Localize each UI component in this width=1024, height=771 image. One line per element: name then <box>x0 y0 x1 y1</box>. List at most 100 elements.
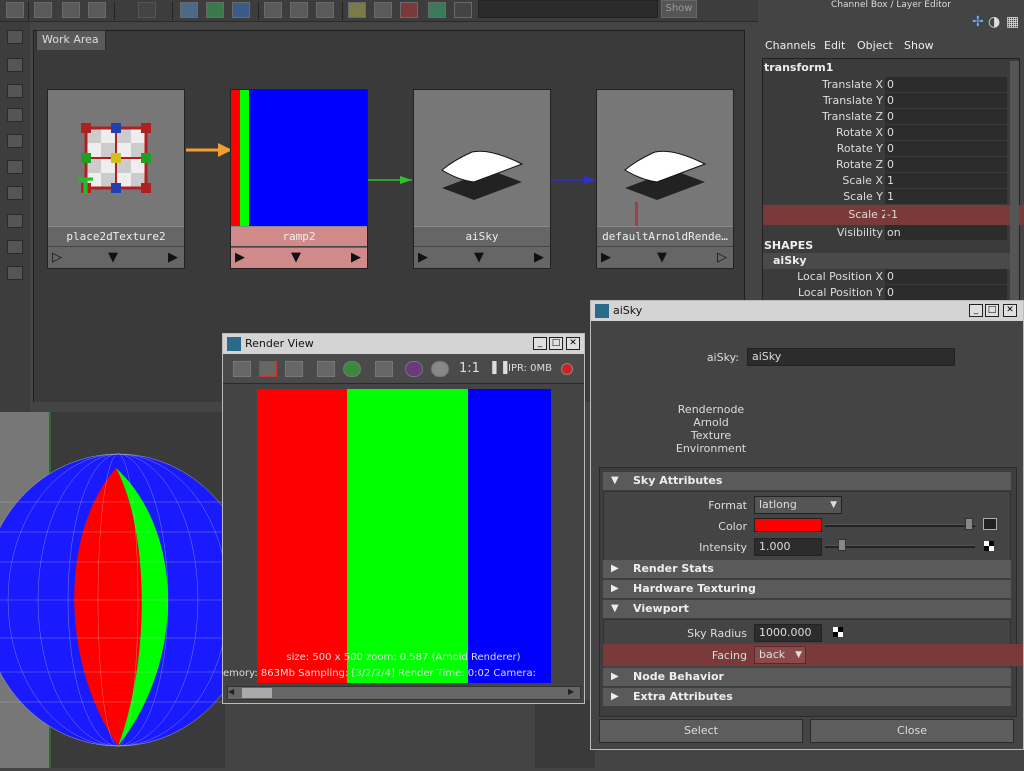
tool-icon[interactable] <box>7 160 23 174</box>
gear-red-icon[interactable] <box>400 2 418 18</box>
dropdown-icon[interactable]: ▼ <box>108 250 118 265</box>
close-button[interactable]: ✕ <box>1003 304 1017 317</box>
tool-icon[interactable] <box>7 108 23 122</box>
section-render-stats[interactable]: ▶ Render Stats <box>603 560 1011 578</box>
maximize-button[interactable]: □ <box>985 304 999 317</box>
play-icon[interactable]: ▶ <box>235 250 245 265</box>
tab-work-area[interactable]: Work Area <box>36 30 106 50</box>
channel-scrollbar[interactable] <box>1010 61 1019 307</box>
viewport-3d[interactable] <box>0 412 255 768</box>
split-horizontal-icon[interactable] <box>62 2 80 18</box>
render-canvas[interactable]: size: 500 x 500 zoom: 0.587 (Arnold Rend… <box>223 386 584 686</box>
sky-radius-field[interactable]: 1000.000 <box>754 624 822 642</box>
render-clapper-icon[interactable] <box>233 361 251 377</box>
render-view-titlebar[interactable]: Render View <box>223 334 584 354</box>
channel-value[interactable]: -1 <box>885 207 1007 222</box>
maximize-button[interactable]: □ <box>549 337 563 350</box>
section-hardware-texturing[interactable]: ▶ Hardware Texturing <box>603 580 1011 598</box>
menu-edit[interactable]: Edit <box>824 39 845 52</box>
close-button[interactable]: ✕ <box>566 337 580 350</box>
channel-value[interactable]: 0 <box>885 77 1007 92</box>
node-place2dtexture2[interactable]: T place2dTexture2 ▷ ▼ ▶ <box>47 89 185 269</box>
gear-green-icon[interactable] <box>428 2 446 18</box>
node-ramp2[interactable]: ramp2 ▶ ▼ ▶ <box>230 89 368 269</box>
color-swatch[interactable] <box>754 518 822 532</box>
color-slider[interactable] <box>825 524 975 527</box>
node-name-field[interactable]: aiSky <box>747 348 955 366</box>
tool-icon[interactable] <box>7 266 23 280</box>
color-channels-icon[interactable] <box>405 361 423 377</box>
object-name[interactable]: transform1 <box>764 61 833 74</box>
show-button[interactable]: Show <box>661 0 697 18</box>
section-viewport[interactable]: ▼ Viewport <box>603 600 1011 618</box>
dropdown-icon[interactable]: ▼ <box>657 250 667 265</box>
tool-icon[interactable] <box>7 30 23 44</box>
tool-icon[interactable] <box>7 134 23 148</box>
intensity-slider[interactable] <box>825 545 975 548</box>
channel-value[interactable]: 0 <box>885 109 1007 124</box>
channel-row[interactable]: Scale X1 <box>763 173 1019 189</box>
section-extra-attributes[interactable]: ▶ Extra Attributes <box>603 688 1011 706</box>
menu-icon[interactable] <box>6 2 24 18</box>
scroll-thumb[interactable] <box>242 688 272 698</box>
brush-icon[interactable] <box>180 2 198 18</box>
graph-icon[interactable] <box>206 2 224 18</box>
channel-value[interactable]: 1 <box>885 173 1007 188</box>
scroll-right-icon[interactable]: ▶ <box>568 687 574 696</box>
attribute-editor-titlebar[interactable]: aiSky <box>591 301 1023 321</box>
channel-row[interactable]: Rotate X0 <box>763 125 1019 141</box>
facing-dropdown[interactable]: back ▼ <box>754 646 806 664</box>
channel-value[interactable]: 0 <box>885 141 1007 156</box>
channel-row-highlighted[interactable]: Scale Z -1 <box>763 205 1024 225</box>
tool-icon[interactable] <box>7 58 23 72</box>
channel-value[interactable]: 0 <box>885 285 1007 300</box>
checker-map-icon[interactable] <box>833 627 843 637</box>
menu-object[interactable]: Object <box>857 39 893 52</box>
record-icon[interactable] <box>561 363 573 375</box>
hierarchy-icon[interactable] <box>374 2 392 18</box>
close-button-ae[interactable]: Close <box>810 719 1014 743</box>
play-icon[interactable]: ▶ <box>534 250 544 265</box>
minimize-button[interactable]: _ <box>969 304 983 317</box>
intensity-field[interactable]: 1.000 <box>754 538 822 556</box>
play-icon[interactable]: ▶ <box>168 250 178 265</box>
channel-row[interactable]: Translate X0 <box>763 77 1019 93</box>
horizontal-scrollbar[interactable]: ◀ ▶ <box>227 686 581 700</box>
snapshot-icon[interactable] <box>285 361 303 377</box>
channel-row[interactable]: Rotate Z0 <box>763 157 1019 173</box>
play-icon[interactable]: ▶ <box>418 250 428 265</box>
single-layout-icon[interactable] <box>34 2 52 18</box>
dropdown-icon[interactable]: ▼ <box>474 250 484 265</box>
channel-value[interactable]: on <box>885 225 1007 240</box>
minimize-button[interactable]: _ <box>533 337 547 350</box>
node-default-arnold-render[interactable]: defaultArnoldRende… ▶ ▼ ▷ <box>596 89 734 269</box>
menu-show[interactable]: Show <box>904 39 934 52</box>
split-vertical-icon[interactable] <box>88 2 106 18</box>
channel-row[interactable]: Local Position Y0 <box>763 285 1019 301</box>
select-button[interactable]: Select <box>599 719 803 743</box>
scroll-left-icon[interactable]: ◀ <box>228 687 234 696</box>
map-button-icon[interactable] <box>983 518 997 530</box>
render-settings-icon[interactable] <box>375 361 393 377</box>
tool-settings-icon[interactable]: ▦ <box>1006 14 1019 30</box>
channel-row[interactable]: Local Position X0 <box>763 269 1019 285</box>
output-connections-icon[interactable] <box>316 2 334 18</box>
channel-value[interactable]: 0 <box>885 125 1007 140</box>
shape-name[interactable]: aiSky <box>763 253 1019 269</box>
section-sky-attributes[interactable]: ▼ Sky Attributes <box>603 472 1011 490</box>
channel-value[interactable]: 1 <box>885 189 1007 204</box>
channel-row[interactable]: Rotate Y0 <box>763 141 1019 157</box>
refresh-icon[interactable] <box>343 361 361 377</box>
node-aisky[interactable]: aiSky ▶ ▼ ▶ <box>413 89 551 269</box>
grid-icon[interactable] <box>138 2 156 18</box>
channel-value[interactable]: 0 <box>885 157 1007 172</box>
channel-row[interactable]: Translate Z0 <box>763 109 1019 125</box>
channel-row[interactable]: Translate Y0 <box>763 93 1019 109</box>
play-icon[interactable]: ▶ <box>351 250 361 265</box>
channel-value[interactable]: 0 <box>885 269 1007 284</box>
play-outline-icon[interactable]: ▷ <box>717 250 727 265</box>
tool-icon[interactable] <box>7 214 23 228</box>
axis-icon[interactable]: ✢ <box>972 14 984 30</box>
search-field[interactable] <box>478 0 658 18</box>
network-icon[interactable] <box>232 2 250 18</box>
